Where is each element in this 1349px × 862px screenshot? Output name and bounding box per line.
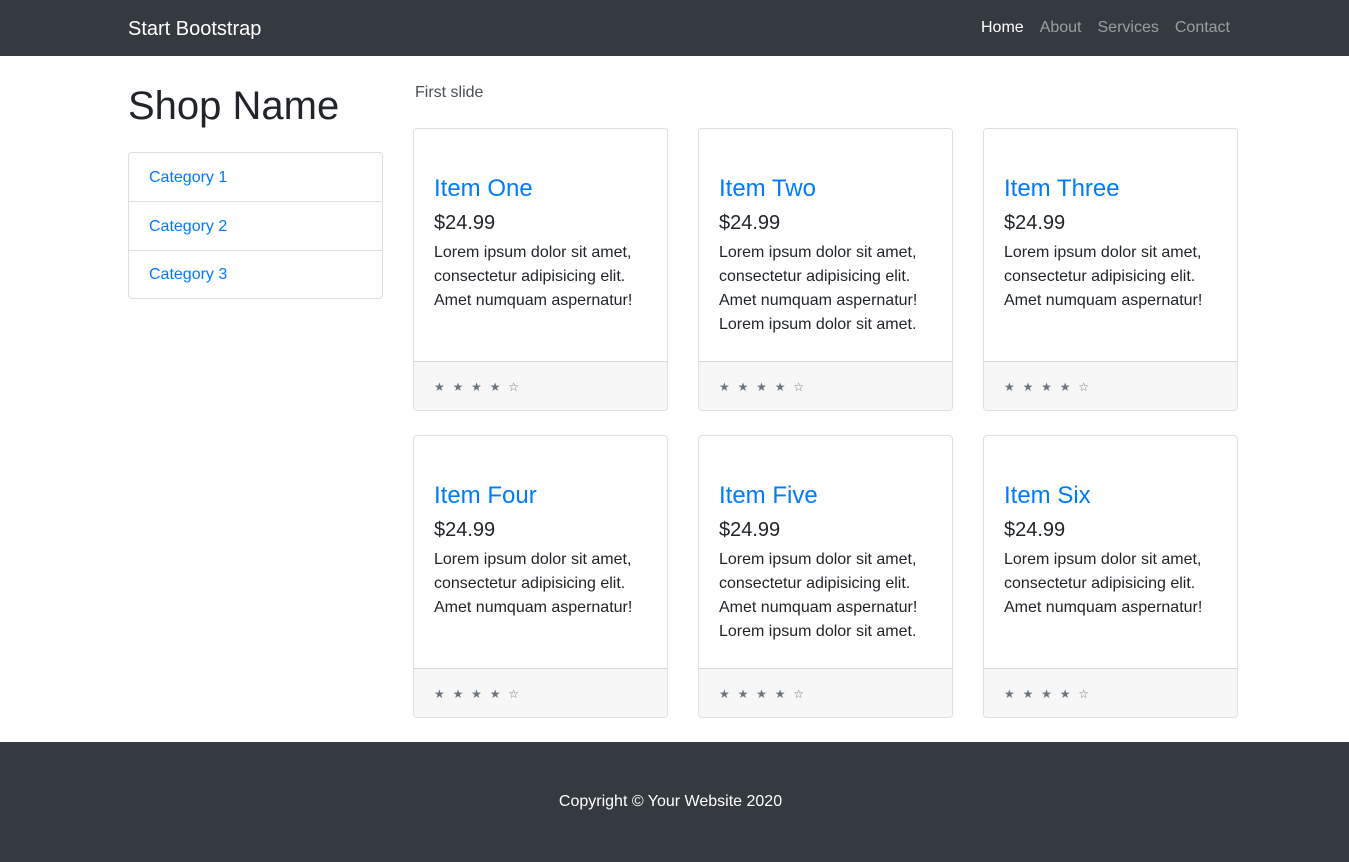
page-footer: Copyright © Your Website 2020 bbox=[0, 742, 1349, 862]
product-price: $24.99 bbox=[1004, 519, 1066, 541]
product-card-6: Item Six $24.99 Lorem ipsum dolor sit am… bbox=[983, 435, 1238, 718]
brand-link[interactable]: Start Bootstrap bbox=[128, 16, 261, 42]
star-rating: ★ ★ ★ ★ ☆ bbox=[434, 380, 522, 394]
nav-link-services[interactable]: Services bbox=[1098, 18, 1159, 38]
product-description: Lorem ipsum dolor sit amet, consectetur … bbox=[434, 551, 633, 616]
star-rating: ★ ★ ★ ★ ☆ bbox=[434, 687, 522, 701]
star-rating: ★ ★ ★ ★ ☆ bbox=[1004, 687, 1092, 701]
star-rating: ★ ★ ★ ★ ☆ bbox=[1004, 380, 1092, 394]
product-title-link[interactable]: Item Three bbox=[1004, 173, 1221, 205]
product-title-link[interactable]: Item One bbox=[434, 173, 651, 205]
top-navbar: Start Bootstrap Home About Services Cont… bbox=[0, 0, 1349, 56]
product-price: $24.99 bbox=[719, 519, 781, 541]
product-title-link[interactable]: Item Six bbox=[1004, 480, 1221, 512]
product-card-2: Item Two $24.99 Lorem ipsum dolor sit am… bbox=[698, 128, 953, 411]
category-item-1[interactable]: Category 1 bbox=[129, 153, 382, 202]
product-card-3: Item Three $24.99 Lorem ipsum dolor sit … bbox=[983, 128, 1238, 411]
product-title-link[interactable]: Item Four bbox=[434, 480, 651, 512]
product-card-footer: ★ ★ ★ ★ ☆ bbox=[699, 361, 952, 410]
product-description: Lorem ipsum dolor sit amet, consectetur … bbox=[434, 244, 633, 309]
category-list: Category 1 Category 2 Category 3 bbox=[128, 152, 383, 299]
product-title-link[interactable]: Item Two bbox=[719, 173, 936, 205]
product-title-link[interactable]: Item Five bbox=[719, 480, 936, 512]
product-description: Lorem ipsum dolor sit amet, consectetur … bbox=[1004, 244, 1203, 309]
carousel-slide-alt-text: First slide bbox=[415, 84, 484, 101]
category-item-3[interactable]: Category 3 bbox=[129, 251, 382, 298]
product-price: $24.99 bbox=[719, 212, 781, 234]
carousel-slide-image[interactable]: First slide bbox=[413, 82, 483, 104]
product-card-footer: ★ ★ ★ ★ ☆ bbox=[984, 668, 1237, 717]
product-description: Lorem ipsum dolor sit amet, consectetur … bbox=[1004, 551, 1203, 616]
product-price: $24.99 bbox=[434, 519, 496, 541]
product-card-footer: ★ ★ ★ ★ ☆ bbox=[699, 668, 952, 717]
product-description: Lorem ipsum dolor sit amet, consectetur … bbox=[719, 244, 918, 333]
nav-link-home[interactable]: Home bbox=[981, 18, 1024, 38]
product-card-footer: ★ ★ ★ ★ ☆ bbox=[414, 668, 667, 717]
product-card-1: Item One $24.99 Lorem ipsum dolor sit am… bbox=[413, 128, 668, 411]
product-card-4: Item Four $24.99 Lorem ipsum dolor sit a… bbox=[413, 435, 668, 718]
shop-name-heading: Shop Name bbox=[128, 84, 340, 128]
category-item-2[interactable]: Category 2 bbox=[129, 202, 382, 251]
product-card-footer: ★ ★ ★ ★ ☆ bbox=[984, 361, 1237, 410]
nav-link-about[interactable]: About bbox=[1040, 18, 1082, 38]
product-card-5: Item Five $24.99 Lorem ipsum dolor sit a… bbox=[698, 435, 953, 718]
product-price: $24.99 bbox=[434, 212, 496, 234]
nav-link-contact[interactable]: Contact bbox=[1175, 18, 1230, 38]
product-price: $24.99 bbox=[1004, 212, 1066, 234]
star-rating: ★ ★ ★ ★ ☆ bbox=[719, 687, 807, 701]
product-description: Lorem ipsum dolor sit amet, consectetur … bbox=[719, 551, 918, 640]
product-card-footer: ★ ★ ★ ★ ☆ bbox=[414, 361, 667, 410]
nav-links: Home About Services Contact bbox=[965, 18, 1230, 38]
copyright-text: Copyright © Your Website 2020 bbox=[558, 793, 783, 810]
star-rating: ★ ★ ★ ★ ☆ bbox=[719, 380, 807, 394]
